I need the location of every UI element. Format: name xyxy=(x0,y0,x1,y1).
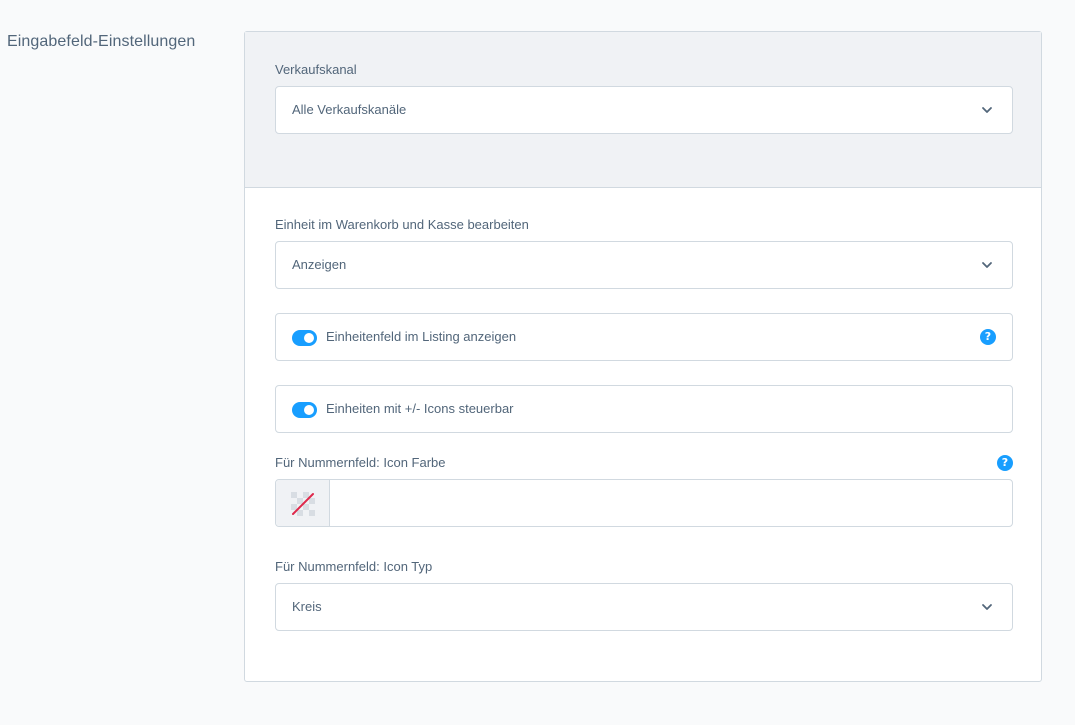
no-color-icon xyxy=(291,492,315,516)
listing-toggle[interactable] xyxy=(292,330,317,346)
sales-channel-select[interactable]: Alle Verkaufskanäle xyxy=(275,86,1013,134)
card-header: Verkaufskanal Alle Verkaufskanäle xyxy=(245,32,1041,188)
sales-channel-label: Verkaufskanal xyxy=(275,62,357,77)
chevron-down-icon xyxy=(982,262,992,268)
cart-unit-select[interactable]: Anzeigen xyxy=(275,241,1013,289)
icons-toggle[interactable] xyxy=(292,402,317,418)
icons-switch-label: Einheiten mit +/- Icons steuerbar xyxy=(326,401,514,416)
chevron-down-icon xyxy=(982,604,992,610)
listing-switch-field: Einheitenfeld im Listing anzeigen ? xyxy=(275,313,1013,361)
help-icon[interactable]: ? xyxy=(980,329,996,345)
cart-unit-label: Einheit im Warenkorb und Kasse bearbeite… xyxy=(275,217,529,232)
icon-type-select[interactable]: Kreis xyxy=(275,583,1013,631)
color-swatch[interactable] xyxy=(276,480,330,526)
listing-switch-label: Einheitenfeld im Listing anzeigen xyxy=(326,329,517,344)
cart-unit-value: Anzeigen xyxy=(292,257,347,272)
sales-channel-value: Alle Verkaufskanäle xyxy=(292,102,407,117)
icons-switch-field: Einheiten mit +/- Icons steuerbar xyxy=(275,385,1013,433)
toggle-knob xyxy=(304,333,314,343)
settings-card: Verkaufskanal Alle Verkaufskanäle Einhei… xyxy=(244,31,1042,682)
icon-type-value: Kreis xyxy=(292,599,322,614)
chevron-down-icon xyxy=(982,107,992,113)
toggle-knob xyxy=(304,405,314,415)
icon-color-label: Für Nummernfeld: Icon Farbe xyxy=(275,455,446,470)
icon-color-field[interactable] xyxy=(275,479,1013,527)
help-icon[interactable]: ? xyxy=(997,455,1013,471)
icon-type-label: Für Nummernfeld: Icon Typ xyxy=(275,559,433,574)
section-title: Eingabefeld-Einstellungen xyxy=(7,33,196,50)
